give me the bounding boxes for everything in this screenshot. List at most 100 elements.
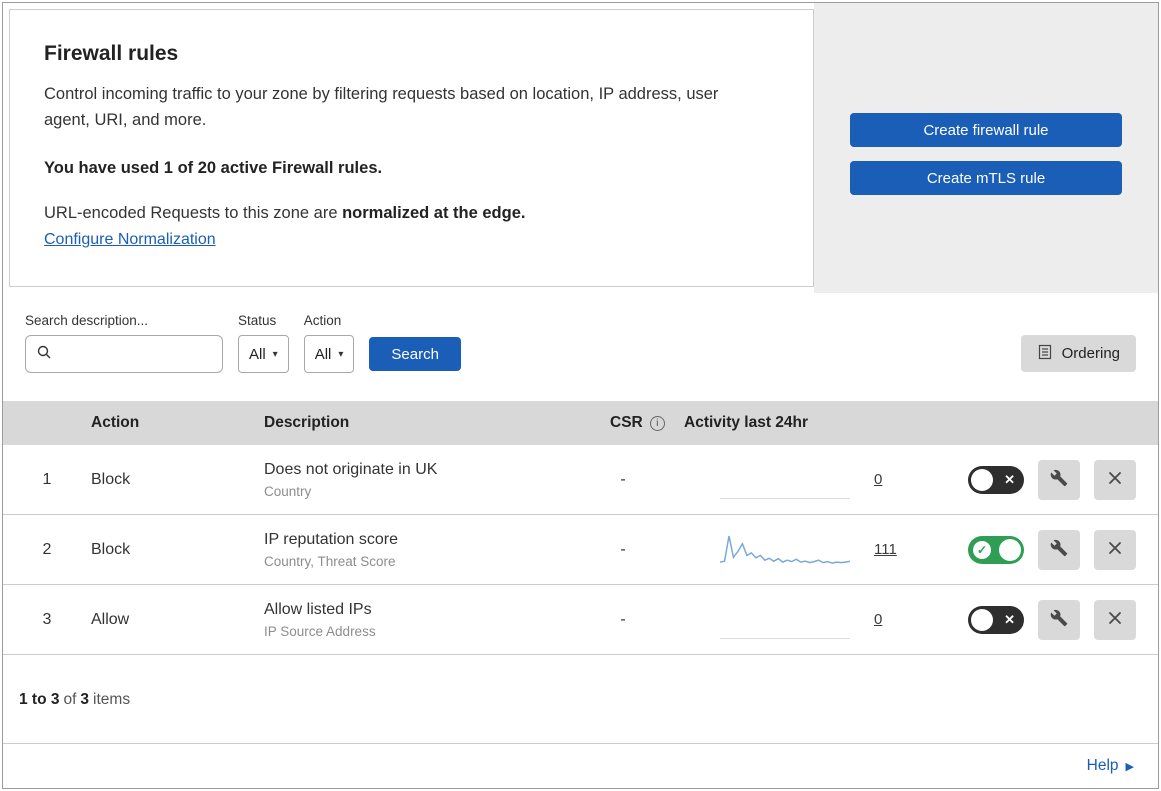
rule-priority: 1 — [42, 470, 52, 488]
wrench-icon — [1050, 539, 1068, 560]
search-group: Search description... — [25, 313, 223, 373]
rule-action: Allow — [91, 610, 130, 628]
header-description-column: Description — [264, 414, 350, 431]
rules-table: Action Description CSR i Activity last 2… — [3, 401, 1158, 729]
normalization-bold-text: normalized at the edge. — [342, 204, 526, 223]
help-bar: Help ▶ — [3, 743, 1158, 788]
rule-csr-value: - — [620, 470, 626, 488]
delete-rule-button[interactable] — [1094, 599, 1136, 640]
normalization-text: URL-encoded Requests to this zone are — [44, 204, 343, 223]
rule-enabled-toggle[interactable]: ✕ — [968, 465, 1024, 494]
rule-activity-cell: 111 — [684, 531, 931, 569]
status-selected-value: All — [249, 345, 266, 363]
delete-rule-button[interactable] — [1094, 459, 1136, 500]
rule-description-cell: IP reputation score Country, Threat Scor… — [264, 531, 592, 569]
chevron-down-icon: ▾ — [272, 348, 278, 360]
ordering-list-icon — [1037, 344, 1053, 364]
delete-rule-button[interactable] — [1094, 529, 1136, 570]
ordering-button-label: Ordering — [1061, 345, 1120, 362]
activity-sparkline-empty — [720, 601, 850, 639]
page-title: Firewall rules — [44, 42, 179, 65]
rule-description: IP reputation score — [264, 530, 399, 548]
create-firewall-rule-button[interactable]: Create firewall rule — [850, 113, 1122, 147]
firewall-rules-page: Firewall rules Control incoming traffic … — [2, 2, 1159, 789]
rule-criteria: IP Source Address — [264, 623, 376, 639]
search-icon — [36, 344, 52, 365]
rule-action: Block — [91, 540, 131, 558]
wrench-icon — [1050, 469, 1068, 490]
page-description: Control incoming traffic to your zone by… — [44, 85, 719, 129]
table-row: 2 Block IP reputation score Country, Thr… — [3, 515, 1158, 585]
summary-items: items — [93, 691, 131, 708]
normalization-note: URL-encoded Requests to this zone are no… — [44, 204, 779, 223]
help-link[interactable]: Help ▶ — [1087, 757, 1134, 775]
action-filter-group: Action All ▾ — [303, 313, 355, 373]
close-icon — [1107, 610, 1123, 629]
actions-panel: Create firewall rule Create mTLS rule — [814, 3, 1158, 293]
rule-controls: ✕ — [931, 459, 1158, 500]
rule-activity-cell: 0 — [684, 461, 931, 499]
rule-csr-value: - — [620, 610, 626, 628]
rule-description-cell: Allow listed IPs IP Source Address — [264, 601, 592, 639]
rule-criteria: Country — [264, 483, 312, 499]
rule-enabled-toggle[interactable]: ✕ — [968, 605, 1024, 634]
table-row: 3 Allow Allow listed IPs IP Source Addre… — [3, 585, 1158, 655]
header-activity-column: Activity last 24hr — [684, 414, 809, 431]
edit-rule-button[interactable] — [1038, 599, 1080, 640]
table-summary: 1 to 3 of 3 items — [3, 655, 1158, 729]
search-input[interactable] — [52, 344, 212, 364]
ordering-button[interactable]: Ordering — [1020, 335, 1136, 372]
chevron-down-icon: ▾ — [338, 348, 344, 360]
csr-header-label: CSR — [610, 414, 643, 431]
top-section: Firewall rules Control incoming traffic … — [3, 3, 1158, 293]
rule-description: Does not originate in UK — [264, 460, 438, 478]
rule-enabled-toggle[interactable]: ✓ — [968, 535, 1024, 564]
check-icon: ✓ — [973, 540, 991, 559]
search-box — [25, 335, 223, 373]
rule-priority: 3 — [42, 610, 52, 628]
intro-card: Firewall rules Control incoming traffic … — [9, 9, 814, 287]
rule-activity-count[interactable]: 0 — [874, 471, 882, 488]
x-icon: ✕ — [1004, 471, 1015, 487]
create-mtls-rule-button[interactable]: Create mTLS rule — [850, 161, 1122, 195]
info-icon[interactable]: i — [649, 415, 665, 431]
wrench-icon — [1050, 609, 1068, 630]
search-label: Search description... — [25, 313, 149, 328]
close-icon — [1107, 540, 1123, 559]
activity-sparkline-empty — [720, 461, 850, 499]
toggle-knob — [971, 468, 993, 491]
filter-bar: Search description... Status All ▾ Actio… — [3, 293, 1158, 401]
rule-criteria: Country, Threat Score — [264, 553, 396, 569]
help-link-label: Help — [1086, 757, 1119, 774]
summary-total: 3 — [80, 691, 90, 708]
table-row: 1 Block Does not originate in UK Country… — [3, 445, 1158, 515]
rule-priority: 2 — [42, 540, 52, 558]
rule-csr-value: - — [620, 540, 626, 558]
rule-controls: ✕ — [931, 599, 1158, 640]
action-select[interactable]: All ▾ — [303, 335, 355, 373]
rule-description-cell: Does not originate in UK Country — [264, 461, 592, 499]
toggle-knob — [999, 538, 1021, 561]
summary-range: 1 to 3 — [19, 691, 60, 708]
activity-sparkline — [719, 531, 851, 569]
header-csr-column: CSR i — [592, 414, 684, 432]
header-action-column: Action — [91, 414, 140, 431]
usage-summary: You have used 1 of 20 active Firewall ru… — [44, 159, 383, 178]
action-label: Action — [303, 313, 342, 328]
rule-activity-count[interactable]: 0 — [874, 611, 882, 628]
status-select[interactable]: All ▾ — [238, 335, 289, 373]
status-label: Status — [238, 313, 277, 328]
close-icon — [1107, 470, 1123, 489]
rule-activity-count[interactable]: 111 — [874, 541, 897, 558]
rule-activity-cell: 0 — [684, 601, 931, 639]
configure-normalization-link[interactable]: Configure Normalization — [44, 231, 216, 248]
arrow-right-icon: ▶ — [1125, 760, 1134, 773]
edit-rule-button[interactable] — [1038, 459, 1080, 500]
toggle-knob — [971, 608, 993, 631]
edit-rule-button[interactable] — [1038, 529, 1080, 570]
summary-of: of — [63, 691, 77, 708]
x-icon: ✕ — [1004, 611, 1015, 627]
search-button[interactable]: Search — [369, 337, 461, 371]
rule-description: Allow listed IPs — [264, 600, 372, 618]
table-header-row: Action Description CSR i Activity last 2… — [3, 401, 1158, 445]
